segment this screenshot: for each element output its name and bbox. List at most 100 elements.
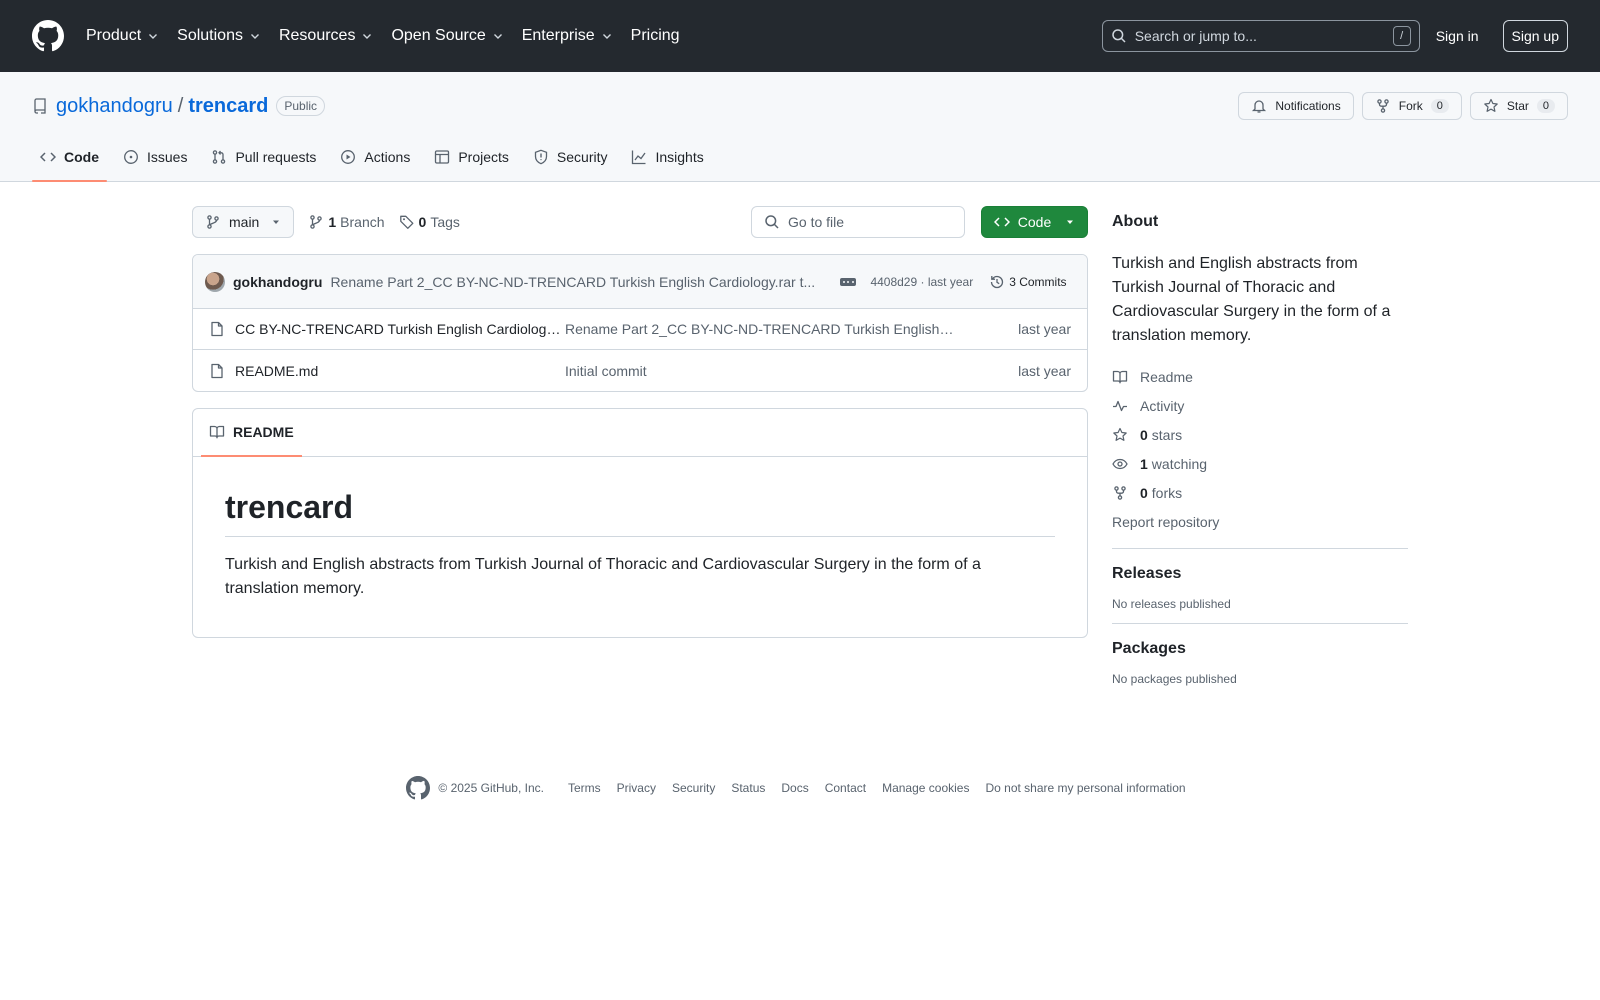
book-icon	[1112, 370, 1128, 383]
commit-message-link[interactable]: Rename Part 2_CC BY-NC-ND-TRENCARD Turki…	[330, 274, 820, 290]
footer-link-privacy[interactable]: Privacy	[617, 781, 656, 795]
repo-icon	[34, 98, 46, 114]
branches-link[interactable]: 1 Branch	[308, 214, 385, 230]
footer-link-security[interactable]: Security	[672, 781, 715, 795]
bell-icon	[1252, 100, 1267, 113]
footer-link-docs[interactable]: Docs	[781, 781, 808, 795]
header-actions: Search or jump to... / Sign in Sign up	[1101, 20, 1568, 52]
commit-author-link[interactable]: gokhandogru	[233, 274, 322, 290]
top-nav: Product Solutions Resources Open Source …	[86, 27, 698, 45]
activity-link-label: Activity	[1140, 397, 1185, 414]
packages-title[interactable]: Packages	[1112, 640, 1186, 657]
forks-link[interactable]: 0 forks	[1112, 478, 1408, 507]
nav-enterprise[interactable]: Enterprise	[522, 27, 613, 45]
repo-path-separator: /	[177, 94, 184, 117]
nav-solutions[interactable]: Solutions	[177, 27, 261, 45]
nav-product[interactable]: Product	[86, 27, 159, 45]
readme-content: trencard Turkish and English abstracts f…	[193, 457, 1087, 633]
readme-paragraph: Turkish and English abstracts from Turki…	[225, 556, 981, 597]
readme-tab[interactable]: README	[201, 408, 302, 457]
branch-count: 1	[328, 214, 337, 230]
avatar[interactable]	[205, 271, 225, 292]
file-date: last year	[1018, 362, 1071, 379]
commit-sha[interactable]: 4408d29 · last year	[870, 275, 973, 289]
tab-issues[interactable]: Issues	[115, 133, 195, 181]
star-icon	[1113, 427, 1127, 441]
sign-in-link[interactable]: Sign in	[1436, 28, 1479, 44]
footer-link-status[interactable]: Status	[731, 781, 765, 795]
latest-commit-row: gokhandogru Rename Part 2_CC BY-NC-ND-TR…	[193, 255, 1087, 309]
code-dropdown-button[interactable]: Code	[981, 206, 1088, 238]
branch-icon	[207, 215, 219, 229]
repo-owner-link[interactable]: gokhandogru	[56, 95, 173, 118]
star-count: 0	[1536, 99, 1555, 113]
report-repository-link[interactable]: Report repository	[1112, 507, 1408, 536]
footer-link-manage-cookies[interactable]: Manage cookies	[882, 781, 969, 795]
tab-insights[interactable]: Insights	[623, 133, 711, 181]
expand-commit-message-button[interactable]	[840, 277, 857, 286]
commits-history-link[interactable]: 3 Commits	[989, 274, 1067, 290]
global-search-input[interactable]: Search or jump to... /	[1101, 20, 1420, 52]
activity-link[interactable]: Activity	[1112, 391, 1408, 420]
notifications-button[interactable]: Notifications	[1238, 92, 1354, 120]
file-name-link[interactable]: CC BY-NC-TRENCARD Turkish English Cardio…	[235, 321, 565, 337]
readme-tab-label: README	[233, 424, 294, 440]
commit-count-label: 3 Commits	[1009, 274, 1067, 289]
pull-request-icon	[213, 150, 226, 164]
tab-security[interactable]: Security	[525, 133, 616, 181]
about-title: About	[1112, 213, 1159, 230]
nav-resources[interactable]: Resources	[279, 27, 373, 45]
play-icon	[341, 150, 356, 164]
github-logo-icon[interactable]	[406, 776, 431, 800]
eye-icon	[1112, 458, 1128, 469]
tab-projects[interactable]: Projects	[426, 133, 517, 181]
fork-count: 0	[1430, 99, 1449, 113]
nav-open-source[interactable]: Open Source	[391, 27, 503, 45]
github-logo-icon[interactable]	[32, 20, 64, 52]
releases-title[interactable]: Releases	[1112, 565, 1181, 582]
forks-label: forks	[1151, 484, 1183, 501]
file-commit-link[interactable]: Rename Part 2_CC BY-NC-ND-TRENCARD Turki…	[565, 321, 955, 337]
code-icon	[40, 152, 56, 162]
repo-name-link[interactable]: trencard	[188, 95, 268, 118]
footer-link-contact[interactable]: Contact	[825, 781, 866, 795]
tab-pull-requests[interactable]: Pull requests	[203, 133, 324, 181]
code-icon	[993, 217, 1010, 227]
tab-issues-label: Issues	[147, 149, 188, 165]
visibility-badge: Public	[276, 96, 326, 116]
footer-link-terms[interactable]: Terms	[568, 781, 601, 795]
nav-pricing[interactable]: Pricing	[631, 27, 680, 45]
footer-link-do-not-share[interactable]: Do not share my personal information	[985, 781, 1185, 795]
file-toolbar: main 1 Branch 0 Tags Go to file Code	[192, 206, 1088, 238]
tab-insights-label: Insights	[655, 149, 704, 165]
file-name-link[interactable]: README.md	[235, 363, 565, 379]
tab-code[interactable]: Code	[32, 133, 107, 182]
nav-pricing-label: Pricing	[630, 27, 680, 44]
fork-button[interactable]: Fork 0	[1361, 92, 1462, 120]
star-label: Star	[1506, 99, 1529, 113]
chevron-down-icon	[602, 34, 611, 39]
search-shortcut-key: /	[1392, 26, 1411, 46]
file-date: last year	[1018, 321, 1071, 337]
table-icon	[435, 150, 450, 164]
code-button-label: Code	[1017, 214, 1052, 230]
releases-section: Releases No releases published	[1112, 548, 1408, 611]
pulse-icon	[1113, 400, 1127, 411]
star-button[interactable]: Star 0	[1469, 92, 1568, 120]
sign-up-button[interactable]: Sign up	[1502, 20, 1568, 52]
watching-link[interactable]: 1 watching	[1112, 449, 1408, 478]
file-row[interactable]: CC BY-NC-TRENCARD Turkish English Cardio…	[193, 309, 1087, 350]
stars-link[interactable]: 0 stars	[1112, 420, 1408, 449]
tags-link[interactable]: 0 Tags	[399, 214, 460, 230]
branch-label: Branch	[340, 214, 385, 230]
file-commit-link[interactable]: Initial commit	[565, 363, 955, 379]
tab-actions[interactable]: Actions	[332, 133, 418, 181]
nav-resources-label: Resources	[278, 27, 356, 44]
file-row[interactable]: README.md Initial commit last year	[193, 350, 1087, 391]
global-header: Product Solutions Resources Open Source …	[0, 0, 1600, 72]
caret-down-icon	[1067, 220, 1074, 224]
readme-link[interactable]: Readme	[1112, 362, 1408, 391]
branch-selector[interactable]: main	[192, 206, 295, 238]
chevron-down-icon	[363, 34, 372, 39]
go-to-file-input[interactable]: Go to file	[751, 206, 965, 238]
